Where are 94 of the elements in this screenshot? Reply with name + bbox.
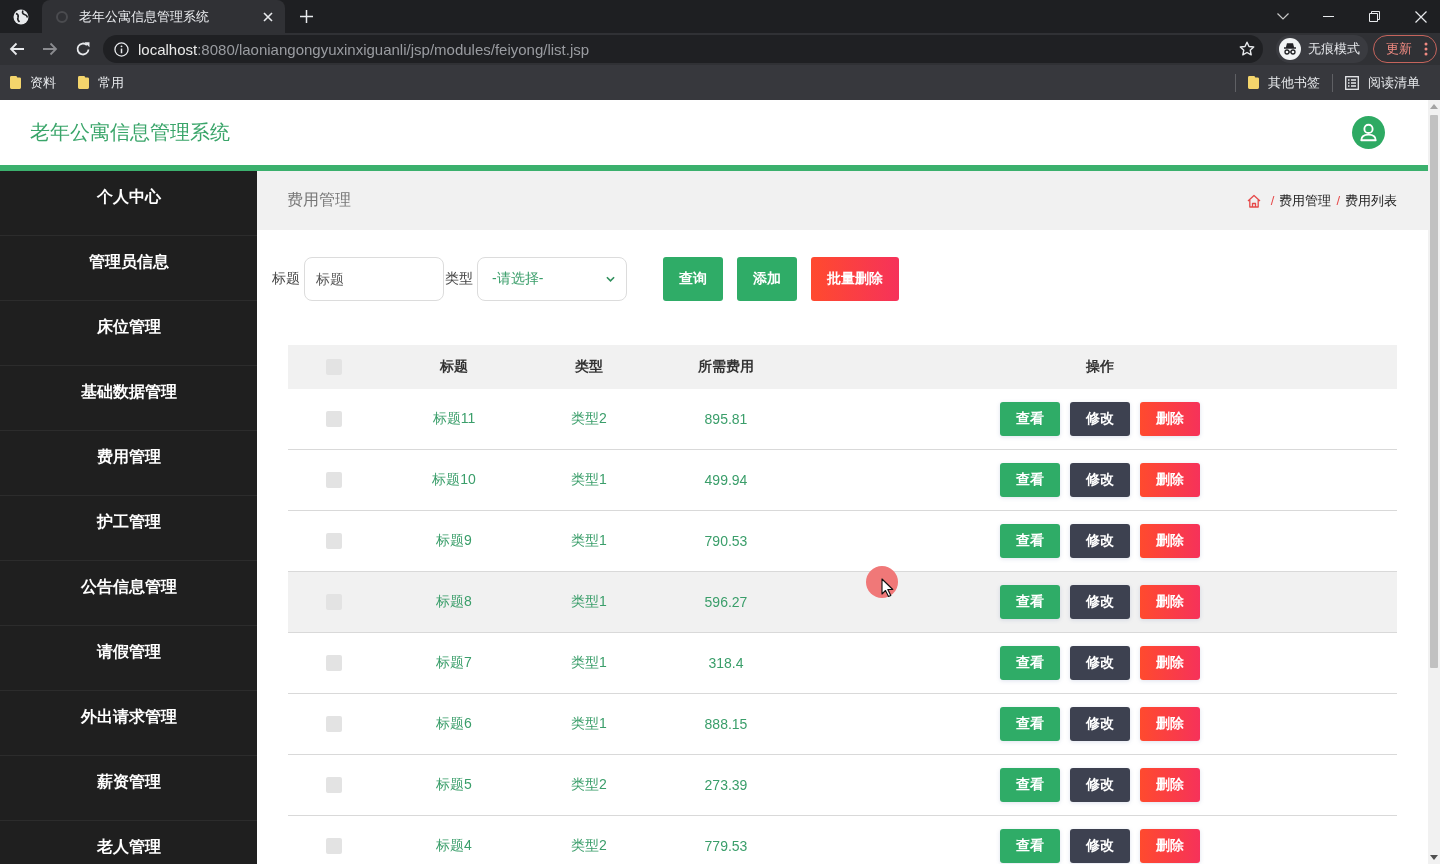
breadcrumb-link[interactable]: 费用列表 xyxy=(1345,191,1397,210)
close-icon[interactable] xyxy=(1415,10,1427,23)
table-cell: 499.94 xyxy=(704,472,748,488)
delete-button[interactable]: 删除 xyxy=(1139,585,1200,619)
table-cell: 标题7 xyxy=(436,654,472,672)
table-cell: 类型1 xyxy=(571,593,607,611)
incognito-button[interactable]: 无痕模式 xyxy=(1276,35,1368,63)
edit-button[interactable]: 修改 xyxy=(1069,829,1130,863)
table-cell: 类型1 xyxy=(571,715,607,733)
row-checkbox[interactable] xyxy=(326,716,342,732)
delete-button[interactable]: 删除 xyxy=(1139,646,1200,680)
back-arrow-icon[interactable] xyxy=(9,41,25,57)
globe-icon[interactable] xyxy=(13,8,29,25)
table-cell: 标题10 xyxy=(432,471,476,489)
column-header: 标题 xyxy=(440,358,468,376)
bookmark[interactable]: 其他书签 xyxy=(1248,73,1320,92)
edit-button[interactable]: 修改 xyxy=(1069,646,1130,680)
breadcrumb-link[interactable]: 费用管理 xyxy=(1279,191,1332,210)
folder-icon xyxy=(1248,76,1259,89)
address-bar[interactable]: localhost:8080/laoniangongyuxinxiguanli/jsp/modules/feiyong/list.jsp xyxy=(103,35,1263,63)
close-icon[interactable] xyxy=(263,11,273,22)
table-cell: 类型2 xyxy=(571,776,607,794)
delete-button[interactable]: 删除 xyxy=(1139,707,1200,741)
table-cell: 类型2 xyxy=(571,837,607,855)
edit-button[interactable]: 修改 xyxy=(1069,463,1130,497)
star-icon[interactable] xyxy=(1239,41,1255,57)
batch-delete-button[interactable]: 批量删除 xyxy=(811,257,899,301)
browser-tab[interactable]: 老年公寓信息管理系统 xyxy=(42,0,285,33)
scroll-up-icon[interactable] xyxy=(1430,104,1438,109)
table-cell: 类型2 xyxy=(571,410,607,428)
column-header: 类型 xyxy=(575,358,603,376)
breadcrumb-separator: / xyxy=(1270,193,1275,208)
table-cell: 273.39 xyxy=(704,777,748,793)
row-checkbox[interactable] xyxy=(326,777,342,793)
delete-button[interactable]: 删除 xyxy=(1139,402,1200,436)
column-header: 所需费用 xyxy=(698,358,754,376)
table-cell: 标题5 xyxy=(436,776,472,794)
delete-button[interactable]: 删除 xyxy=(1139,768,1200,802)
edit-button[interactable]: 修改 xyxy=(1069,707,1130,741)
folder-icon xyxy=(78,76,89,89)
forward-arrow-icon[interactable] xyxy=(42,41,58,57)
page-title: 费用管理 xyxy=(287,190,351,210)
row-checkbox[interactable] xyxy=(326,411,342,427)
site-title: 老年公寓信息管理系统 xyxy=(30,120,230,145)
reload-icon[interactable] xyxy=(75,41,91,57)
chevron-down-icon[interactable] xyxy=(1277,13,1289,20)
scroll-down-icon[interactable] xyxy=(1430,855,1438,860)
delete-button[interactable]: 删除 xyxy=(1139,829,1200,863)
column-header: 操作 xyxy=(1085,358,1114,376)
title-input[interactable]: 标题 xyxy=(304,257,444,301)
row-checkbox[interactable] xyxy=(326,838,342,854)
user-avatar-icon[interactable] xyxy=(1352,116,1385,149)
bookmark[interactable]: 资料 xyxy=(10,73,56,92)
table-cell: 标题6 xyxy=(436,715,472,733)
table-cell: 类型1 xyxy=(571,471,607,489)
row-checkbox[interactable] xyxy=(326,655,342,671)
incognito-icon xyxy=(1279,38,1301,60)
url-text[interactable]: localhost:8080/laoniangongyuxinxiguanli/jsp/modules/feiyong/list.jsp xyxy=(138,40,590,58)
scrollbar[interactable] xyxy=(1428,100,1440,864)
page-icon xyxy=(56,10,68,23)
table-cell: 888.15 xyxy=(704,716,748,732)
delete-button[interactable]: 删除 xyxy=(1139,463,1200,497)
table-cell: 790.53 xyxy=(704,533,748,549)
scrollbar-thumb[interactable] xyxy=(1430,115,1438,668)
breadcrumb-separator: / xyxy=(1336,193,1340,208)
more-icon xyxy=(1424,42,1428,56)
table-cell: 类型1 xyxy=(571,532,607,550)
restore-icon[interactable] xyxy=(1369,11,1380,22)
edit-button[interactable]: 修改 xyxy=(1069,768,1130,802)
field-label: 类型 xyxy=(445,270,473,288)
table-cell: 标题11 xyxy=(432,410,476,428)
table-cell: 标题4 xyxy=(436,837,472,855)
field-label: 标题 xyxy=(272,270,300,288)
table-cell: 596.27 xyxy=(704,594,748,610)
row-checkbox[interactable] xyxy=(326,533,342,549)
chevron-down-icon xyxy=(606,276,615,282)
edit-button[interactable]: 修改 xyxy=(1069,524,1130,558)
delete-button[interactable]: 删除 xyxy=(1139,524,1200,558)
edit-button[interactable]: 修改 xyxy=(1069,402,1130,436)
new-tab-icon[interactable] xyxy=(300,10,313,23)
table-cell: 895.81 xyxy=(704,411,748,427)
info-icon[interactable] xyxy=(114,41,129,57)
list-icon xyxy=(1345,75,1359,90)
bookmark[interactable]: 常用 xyxy=(78,73,124,92)
table-cell: 标题9 xyxy=(436,532,472,550)
home-icon[interactable] xyxy=(1246,193,1261,208)
table-cell: 779.53 xyxy=(704,838,748,854)
edit-button[interactable]: 修改 xyxy=(1069,585,1130,619)
row-checkbox[interactable] xyxy=(326,472,342,488)
table-cell: 标题8 xyxy=(436,593,472,611)
table-cell: 318.4 xyxy=(708,655,744,671)
folder-icon xyxy=(10,76,21,89)
bookmark[interactable]: 阅读清单 xyxy=(1345,73,1420,92)
table-cell: 类型1 xyxy=(571,654,607,672)
